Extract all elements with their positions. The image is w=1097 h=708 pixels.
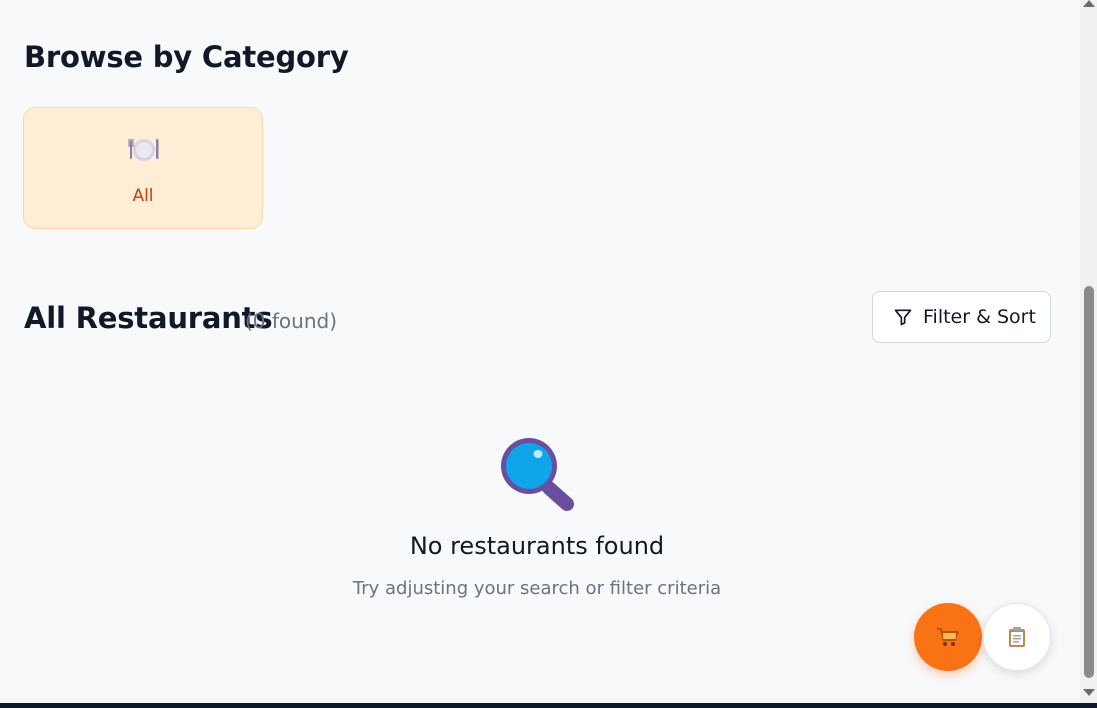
filter-icon <box>894 309 912 326</box>
clipboard-icon <box>1009 627 1025 647</box>
vertical-scrollbar[interactable] <box>1080 0 1097 703</box>
page: Browse by Category All All Restaurants (… <box>0 0 1097 708</box>
category-label: All <box>132 186 154 206</box>
scrollbar-thumb[interactable] <box>1084 286 1094 678</box>
scroll-down-arrow-icon[interactable] <box>1083 689 1095 696</box>
cart-icon <box>937 628 959 646</box>
browse-category-title: Browse by Category <box>24 40 349 74</box>
orders-button[interactable] <box>983 603 1051 671</box>
restaurants-title: All Restaurants <box>24 301 273 335</box>
main-content: Browse by Category All All Restaurants (… <box>0 0 1080 703</box>
plate-with-cutlery-icon <box>128 139 159 161</box>
bottom-edge-bar <box>0 703 1097 708</box>
restaurants-count: (0 found) <box>245 309 338 333</box>
cart-button[interactable] <box>914 603 982 671</box>
category-card-all[interactable]: All <box>23 107 263 229</box>
filter-sort-label: Filter & Sort <box>923 306 1036 328</box>
empty-state-title: No restaurants found <box>409 532 665 560</box>
filter-sort-button[interactable]: Filter & Sort <box>872 291 1051 343</box>
scroll-up-arrow-icon[interactable] <box>1083 0 1095 7</box>
empty-state-subtitle: Try adjusting your search or filter crit… <box>352 578 722 599</box>
magnifying-glass-icon <box>501 438 574 511</box>
